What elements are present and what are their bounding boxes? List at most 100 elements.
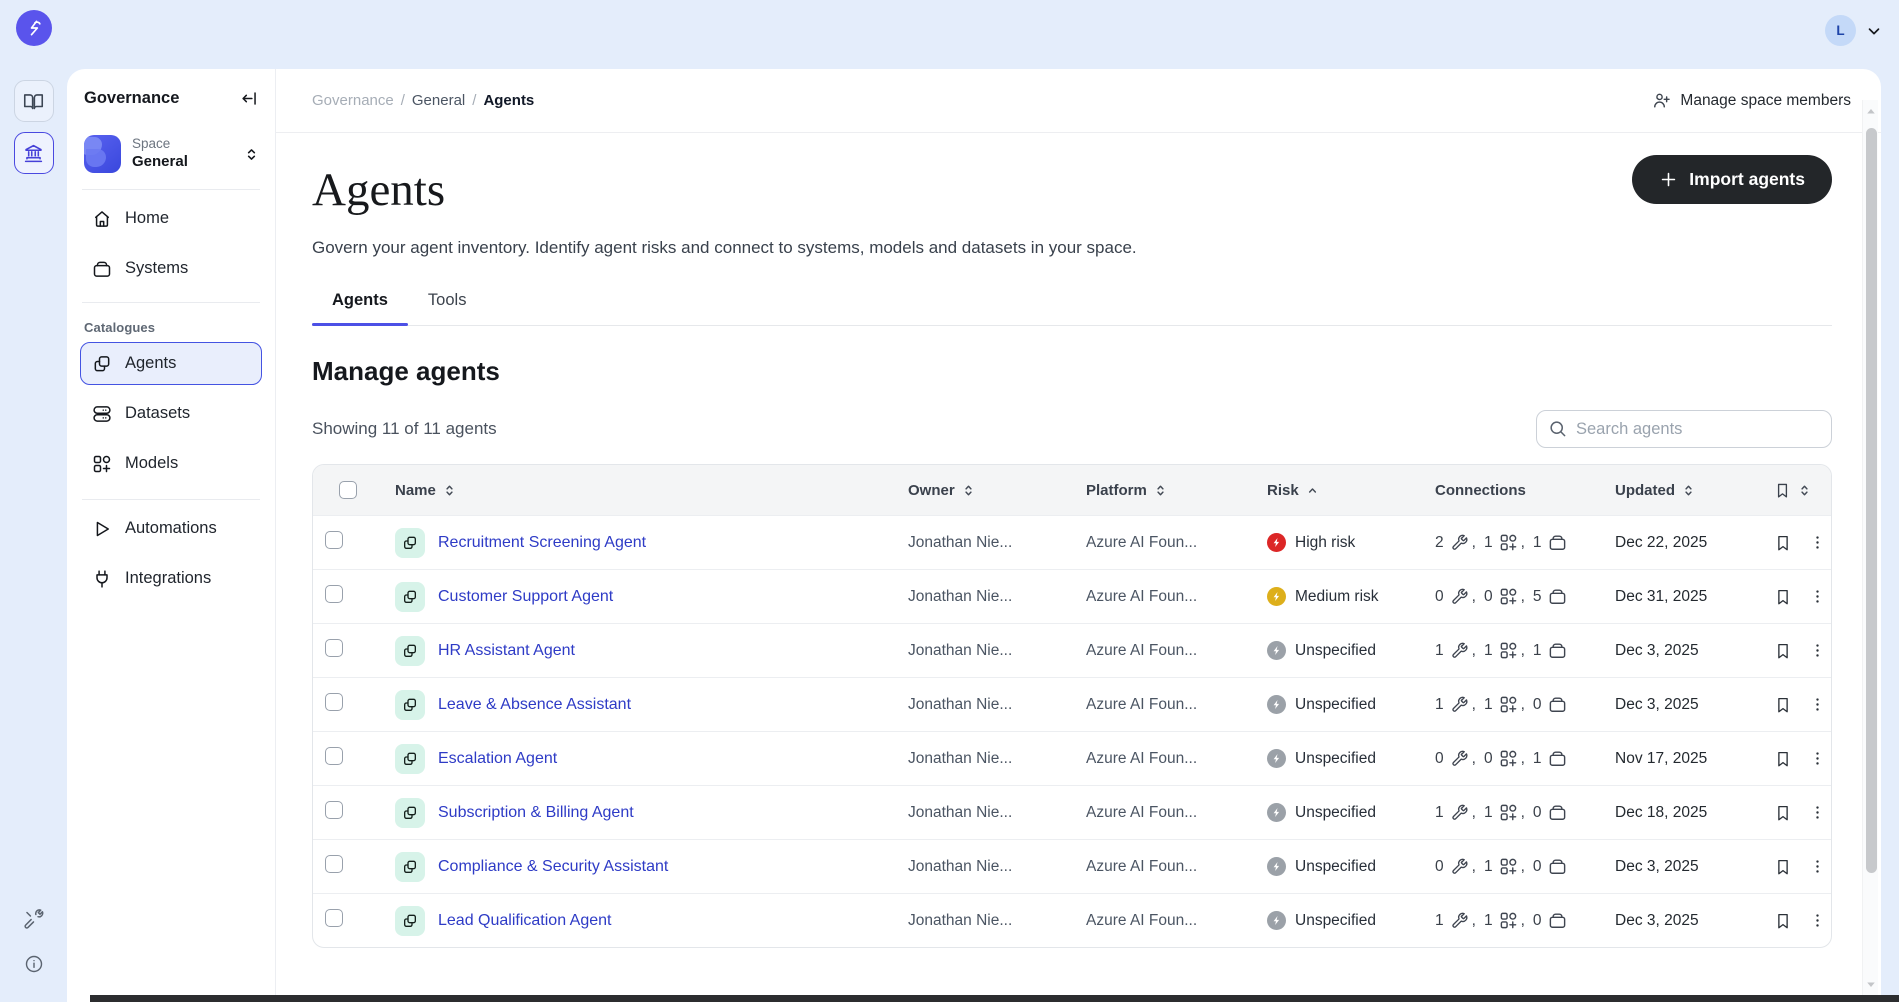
sidebar-item-systems[interactable]: Systems <box>80 247 262 290</box>
row-checkbox[interactable] <box>325 639 343 657</box>
rail-docs-button[interactable] <box>14 80 54 122</box>
bookmark-button[interactable] <box>1774 804 1792 822</box>
tab-tools[interactable]: Tools <box>408 285 487 325</box>
row-checkbox[interactable] <box>325 531 343 549</box>
row-menu-button[interactable] <box>1809 804 1826 821</box>
separator: , <box>1521 804 1525 822</box>
row-checkbox[interactable] <box>325 747 343 765</box>
row-menu-button[interactable] <box>1809 858 1826 875</box>
agent-icon <box>395 906 425 936</box>
agent-name-link[interactable]: Lead Qualification Agent <box>438 912 611 930</box>
rail-governance-button[interactable] <box>14 132 54 174</box>
tools-count: 1 <box>1435 642 1444 660</box>
select-all-checkbox[interactable] <box>339 481 357 499</box>
systems-icon <box>1548 803 1567 822</box>
models-icon <box>1499 911 1518 930</box>
agent-name-link[interactable]: Compliance & Security Assistant <box>438 858 668 876</box>
bookmark-button[interactable] <box>1774 642 1792 660</box>
breadcrumb-general[interactable]: General <box>412 92 465 109</box>
column-header-bookmark[interactable] <box>1763 482 1831 499</box>
dots-vertical-icon <box>1809 804 1826 821</box>
breadcrumb-separator: / <box>401 92 405 109</box>
tab-agents[interactable]: Agents <box>312 285 408 325</box>
collapse-sidebar-icon[interactable] <box>240 89 259 108</box>
avatar[interactable]: L <box>1825 15 1856 46</box>
agent-name-link[interactable]: Recruitment Screening Agent <box>438 534 646 552</box>
import-agents-button[interactable]: Import agents <box>1632 155 1832 204</box>
manage-space-members-button[interactable]: Manage space members <box>1652 91 1851 110</box>
column-header-platform[interactable]: Platform <box>1074 482 1254 499</box>
breadcrumb-governance[interactable]: Governance <box>312 92 394 109</box>
vertical-scrollbar[interactable] <box>1862 100 1878 1000</box>
separator: , <box>1472 750 1476 768</box>
sidebar-item-home[interactable]: Home <box>80 197 262 240</box>
row-menu-button[interactable] <box>1809 750 1826 767</box>
agent-name-link[interactable]: HR Assistant Agent <box>438 642 575 660</box>
sidebar-item-datasets[interactable]: Datasets <box>80 392 262 435</box>
platform-cell: Azure AI Foun... <box>1074 642 1254 660</box>
sidebar-item-integrations[interactable]: Integrations <box>80 557 262 600</box>
space-selector[interactable]: Space General <box>84 135 260 173</box>
row-menu-button[interactable] <box>1809 912 1826 929</box>
scroll-up-arrow[interactable] <box>1865 106 1877 118</box>
sidebar-item-models[interactable]: Models <box>80 442 262 485</box>
column-header-owner[interactable]: Owner <box>896 482 1074 499</box>
bookmark-button[interactable] <box>1774 750 1792 768</box>
divider <box>82 189 260 190</box>
row-menu-button[interactable] <box>1809 588 1826 605</box>
sidebar: Governance Space General Home Systems Ca… <box>67 69 276 1002</box>
bookmark-icon <box>1774 804 1792 822</box>
chevron-down-icon[interactable] <box>1865 22 1883 40</box>
bookmark-button[interactable] <box>1774 912 1792 930</box>
bookmark-button[interactable] <box>1774 534 1792 552</box>
tools-count: 0 <box>1435 750 1444 768</box>
agent-name-link[interactable]: Customer Support Agent <box>438 588 613 606</box>
risk-label: Medium risk <box>1295 588 1379 606</box>
account-menu[interactable]: L <box>1825 15 1883 46</box>
scrollbar-thumb[interactable] <box>1866 128 1877 873</box>
row-checkbox[interactable] <box>325 801 343 819</box>
scroll-down-arrow[interactable] <box>1865 978 1877 990</box>
systems-icon <box>1548 533 1567 552</box>
table-row: Escalation Agent Jonathan Nie... Azure A… <box>313 731 1831 785</box>
app-rail <box>0 0 67 1002</box>
column-header-connections[interactable]: Connections <box>1423 482 1603 499</box>
separator: , <box>1472 804 1476 822</box>
agent-name-link[interactable]: Escalation Agent <box>438 750 557 768</box>
bookmark-button[interactable] <box>1774 588 1792 606</box>
rail-info-button[interactable] <box>24 954 44 974</box>
platform-cell: Azure AI Foun... <box>1074 912 1254 930</box>
breadcrumb-separator: / <box>472 92 476 109</box>
row-menu-button[interactable] <box>1809 642 1826 659</box>
column-header-risk[interactable]: Risk <box>1254 482 1423 499</box>
row-checkbox[interactable] <box>325 855 343 873</box>
table-row: Compliance & Security Assistant Jonathan… <box>313 839 1831 893</box>
agent-name-link[interactable]: Subscription & Billing Agent <box>438 804 634 822</box>
bookmark-button[interactable] <box>1774 696 1792 714</box>
connections-cell: 1 , 1 , 0 <box>1423 695 1603 714</box>
search-input[interactable] <box>1536 410 1832 448</box>
row-menu-button[interactable] <box>1809 696 1826 713</box>
row-menu-button[interactable] <box>1809 534 1826 551</box>
dots-vertical-icon <box>1809 588 1826 605</box>
agent-name-link[interactable]: Leave & Absence Assistant <box>438 696 631 714</box>
copy-icon <box>402 643 418 659</box>
row-checkbox[interactable] <box>325 909 343 927</box>
platform-cell: Azure AI Foun... <box>1074 696 1254 714</box>
sidebar-item-automations[interactable]: Automations <box>80 507 262 550</box>
rail-tools-button[interactable] <box>23 909 44 930</box>
search-icon <box>1548 419 1567 438</box>
row-checkbox[interactable] <box>325 693 343 711</box>
plus-icon <box>1659 170 1678 189</box>
owner-cell: Jonathan Nie... <box>896 588 1074 606</box>
sidebar-item-agents[interactable]: Agents <box>80 342 262 385</box>
row-checkbox[interactable] <box>325 585 343 603</box>
column-header-name[interactable]: Name <box>383 482 896 499</box>
bolt-icon <box>1271 645 1282 656</box>
bookmark-button[interactable] <box>1774 858 1792 876</box>
divider <box>82 302 260 303</box>
separator: , <box>1472 534 1476 552</box>
bookmark-icon <box>1774 912 1792 930</box>
column-header-updated[interactable]: Updated <box>1603 482 1763 499</box>
app-logo[interactable] <box>16 10 52 46</box>
